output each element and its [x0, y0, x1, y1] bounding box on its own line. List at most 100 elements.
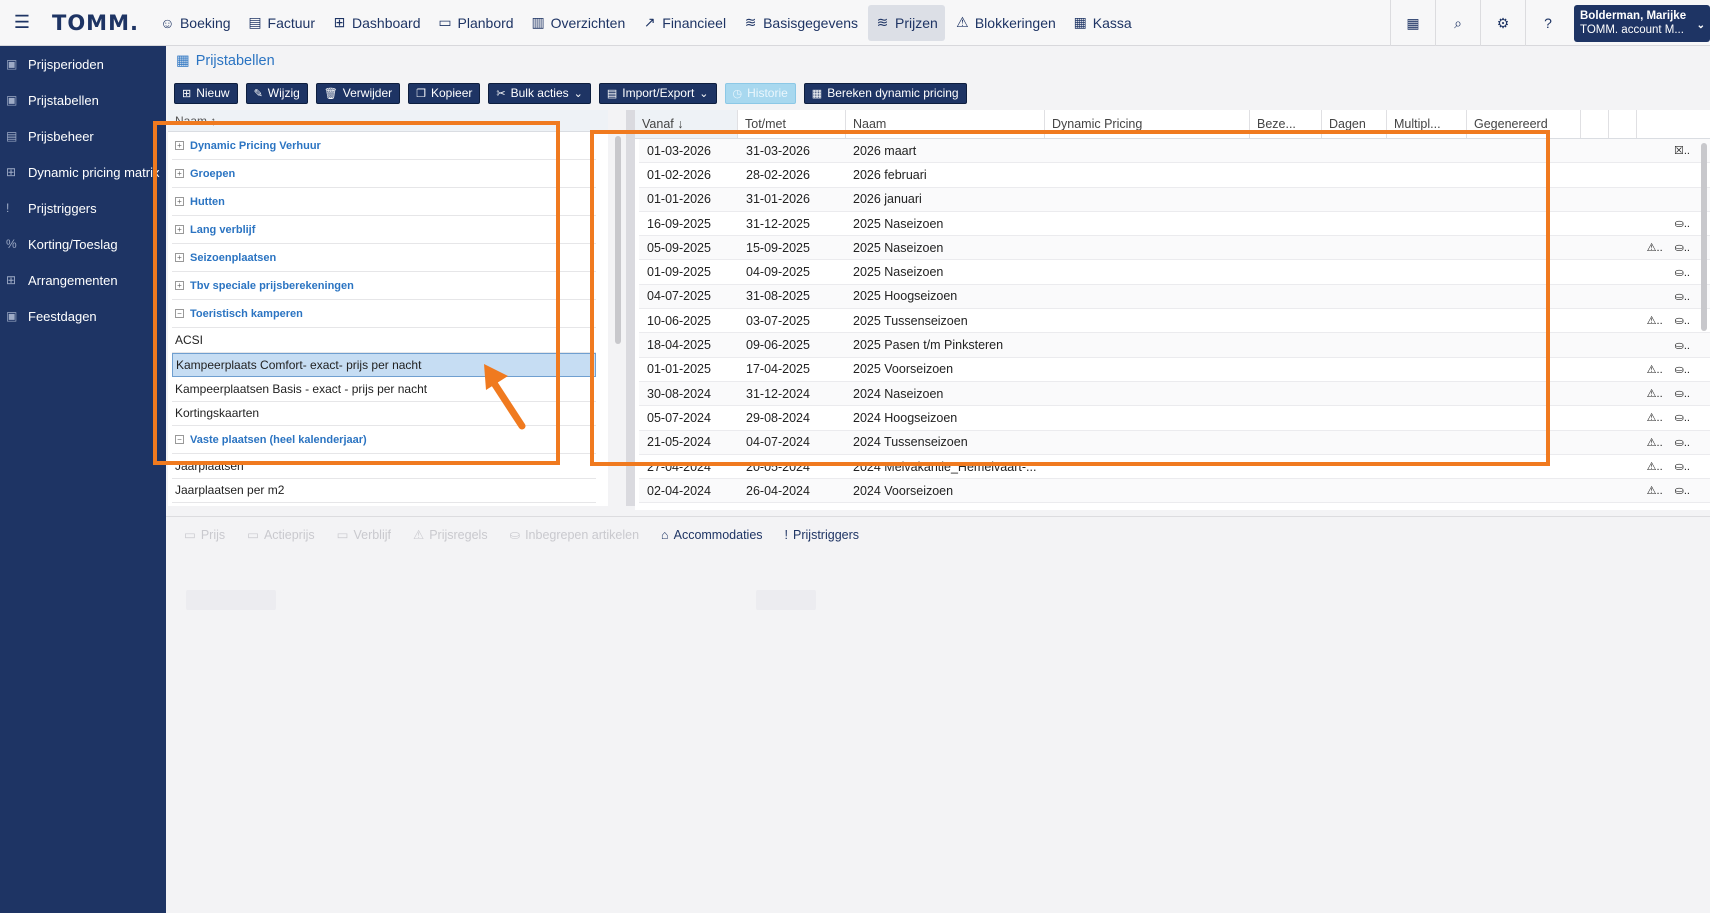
column-header[interactable]: Multipl... — [1387, 110, 1467, 138]
edit-button[interactable]: ✎ Wijzig — [245, 82, 308, 104]
tab-prijs[interactable]: ▭ Prijs — [184, 527, 225, 543]
expand-icon[interactable]: + — [175, 281, 184, 290]
generate-icon[interactable]: ☒.. — [1674, 144, 1690, 157]
expand-icon[interactable]: + — [175, 197, 184, 206]
new-button[interactable]: ⊞ Nieuw — [174, 82, 238, 104]
generate-icon[interactable]: ⛀.. — [1675, 460, 1690, 473]
column-header-naam[interactable]: Naam ↑ — [168, 110, 608, 132]
table-row[interactable]: 18-04-2025 09-06-2025 2025 Pasen t/m Pinks… — [639, 333, 1710, 358]
alert-icon[interactable]: ⚠.. — [1647, 314, 1663, 327]
column-header[interactable]: Tot/met — [738, 110, 846, 138]
sidebar-item-feestdagen[interactable]: ▣ Feestdagen — [0, 298, 166, 334]
column-header[interactable]: Gegenereerd — [1467, 110, 1581, 138]
gear-icon[interactable]: ⚙ — [1480, 0, 1525, 46]
tab-verblijf[interactable]: ▭ Verblijf — [337, 527, 391, 543]
calculate-dynamic-pricing-button[interactable]: ▦ Bereken dynamic pricing — [803, 82, 967, 104]
tree-item[interactable]: Jaarplaatsen — [172, 454, 596, 479]
generate-icon[interactable]: ⛀.. — [1675, 411, 1690, 424]
generate-icon[interactable]: ⛀.. — [1675, 290, 1690, 303]
column-header[interactable]: Dynamic Pricing — [1045, 110, 1250, 138]
sidebar-item-korting-toeslag[interactable]: % Korting/Toeslag — [0, 226, 166, 262]
tab-prijsregels[interactable]: ⚠ Prijsregels — [413, 527, 488, 543]
nav-planbord[interactable]: ▭ Planbord — [431, 5, 521, 41]
delete-button[interactable]: 🗑 Verwijder — [315, 82, 401, 104]
collapse-icon[interactable]: − — [175, 309, 184, 318]
generate-icon[interactable]: ⛀.. — [1675, 484, 1690, 497]
generate-icon[interactable]: ⛀.. — [1675, 266, 1690, 279]
table-row[interactable]: 05-09-2025 15-09-2025 2025 Naseizoen ⚠.. ⛀.. — [639, 236, 1710, 261]
nav-dashboard[interactable]: ⊞ Dashboard — [325, 5, 428, 41]
menu-icon[interactable]: ☰ — [0, 0, 44, 46]
alert-icon[interactable]: ⚠.. — [1647, 387, 1663, 400]
generate-icon[interactable]: ⛀.. — [1675, 436, 1690, 449]
scrollbar[interactable] — [1698, 139, 1710, 510]
expand-icon[interactable]: + — [175, 141, 184, 150]
nav-factuur[interactable]: ▤ Factuur — [241, 5, 322, 41]
tree-group[interactable]: + Groepen — [172, 160, 596, 188]
help-icon[interactable]: ? — [1525, 0, 1570, 46]
table-row[interactable]: 02-04-2024 26-04-2024 2024 Voorseizoen ⚠.. ⛀… — [639, 479, 1710, 504]
tab-accommodaties[interactable]: ⌂ Accommodaties — [661, 528, 763, 542]
table-row[interactable]: 01-03-2026 31-03-2026 2026 maart ☒.. — [639, 139, 1710, 164]
sidebar-item-prijsperioden[interactable]: ▣ Prijsperioden — [0, 46, 166, 82]
table-row[interactable]: 10-06-2025 03-07-2025 2025 Tussenseizoen ⚠.… — [639, 309, 1710, 334]
alert-icon[interactable]: ⚠.. — [1647, 363, 1663, 376]
nav-kassa[interactable]: ▦ Kassa — [1066, 5, 1139, 41]
copy-button[interactable]: ❐ Kopieer — [408, 82, 481, 104]
import-export-button[interactable]: ▤ Import/Export ⌄ — [598, 82, 717, 104]
bulk-actions-button[interactable]: ✂ Bulk acties ⌄ — [488, 82, 591, 104]
generate-icon[interactable]: ⛀.. — [1675, 217, 1690, 230]
scrollbar-thumb[interactable] — [1701, 143, 1707, 331]
table-row[interactable]: 04-07-2025 31-08-2025 2025 Hoogseizoen ⛀.. — [639, 284, 1710, 310]
table-row[interactable]: 27-04-2024 20-05-2024 2024 Meivakantie_Hem… — [639, 455, 1710, 480]
table-row[interactable]: 01-09-2025 04-09-2025 2025 Naseizoen ⛀.. — [639, 260, 1710, 285]
generate-icon[interactable]: ⛀.. — [1675, 363, 1690, 376]
generate-icon[interactable]: ⛀.. — [1675, 339, 1690, 352]
table-row[interactable]: 01-02-2026 28-02-2026 2026 februari — [639, 163, 1710, 188]
sidebar-item-prijstriggers[interactable]: ! Prijstriggers — [0, 190, 166, 226]
tree-group[interactable]: + Tbv speciale prijsberekeningen — [172, 272, 596, 300]
tree-group[interactable]: + Hutten — [172, 188, 596, 216]
alert-icon[interactable]: ⚠.. — [1647, 484, 1663, 497]
generate-icon[interactable]: ⛀.. — [1675, 387, 1690, 400]
table-row[interactable]: 01-01-2026 31-01-2026 2026 januari — [639, 187, 1710, 212]
scrollbar-thumb[interactable] — [615, 136, 621, 344]
calendar-icon[interactable]: ▦ — [1390, 0, 1435, 46]
tree-group[interactable]: − Toeristisch kamperen — [172, 300, 596, 328]
table-row[interactable]: 16-09-2025 31-12-2025 2025 Naseizoen ⛀.. — [639, 212, 1710, 237]
column-header[interactable]: Naam — [846, 110, 1045, 138]
tab-inbegrepen-artikelen[interactable]: ⛀ Inbegrepen artikelen — [510, 527, 639, 543]
table-row[interactable]: 21-05-2024 04-07-2024 2024 Tussenseizoen ⚠.… — [639, 430, 1710, 455]
nav-financieel[interactable]: ↗ Financieel — [635, 5, 733, 41]
column-header[interactable] — [1581, 110, 1609, 138]
column-header[interactable]: Vanaf ↓ — [635, 110, 738, 138]
nav-boeking[interactable]: ☺ Boeking — [153, 5, 238, 41]
sidebar-item-prijstabellen[interactable]: ▣ Prijstabellen — [0, 82, 166, 118]
expand-icon[interactable]: + — [175, 169, 184, 178]
column-header[interactable]: Dagen — [1322, 110, 1387, 138]
expand-icon[interactable]: + — [175, 253, 184, 262]
table-row[interactable]: 01-01-2025 17-04-2025 2025 Voorseizoen ⚠.. ⛀… — [639, 358, 1710, 382]
tree-group[interactable]: + Seizoenplaatsen — [172, 244, 596, 272]
nav-prijzen[interactable]: ≋ Prijzen — [868, 4, 945, 41]
alert-icon[interactable]: ⚠.. — [1647, 436, 1663, 449]
sidebar-item-dynamic-pricing-matrix[interactable]: ⊞ Dynamic pricing matrix — [0, 154, 166, 190]
table-row[interactable]: 30-08-2024 31-12-2024 2024 Naseizoen ⚠.. ⛀.. — [639, 381, 1710, 407]
expand-icon[interactable]: + — [175, 225, 184, 234]
nav-basisgegevens[interactable]: ≋ Basisgegevens — [736, 5, 865, 41]
alert-icon[interactable]: ⚠.. — [1647, 411, 1663, 424]
user-menu[interactable]: Bolderman, Marijke TOMM. account M... ⌄ — [1574, 5, 1710, 42]
tree-group[interactable]: + Lang verblijf — [172, 216, 596, 244]
generate-icon[interactable]: ⛀.. — [1675, 241, 1690, 254]
splitter[interactable] — [626, 110, 635, 506]
generate-icon[interactable]: ⛀.. — [1675, 314, 1690, 327]
scrollbar[interactable] — [612, 110, 624, 506]
alert-icon[interactable]: ⚠.. — [1647, 241, 1663, 254]
tree-item[interactable]: ACSI — [172, 328, 596, 353]
search-icon[interactable]: ⌕ — [1435, 0, 1480, 46]
column-header[interactable]: Beze... — [1250, 110, 1322, 138]
nav-overzichten[interactable]: ▥ Overzichten — [524, 5, 633, 41]
tab-prijstriggers[interactable]: ! Prijstriggers — [785, 528, 859, 542]
tree-group[interactable]: + Dynamic Pricing Verhuur — [172, 132, 596, 160]
table-row[interactable]: 05-07-2024 29-08-2024 2024 Hoogseizoen ⚠.. ⛀… — [639, 406, 1710, 431]
